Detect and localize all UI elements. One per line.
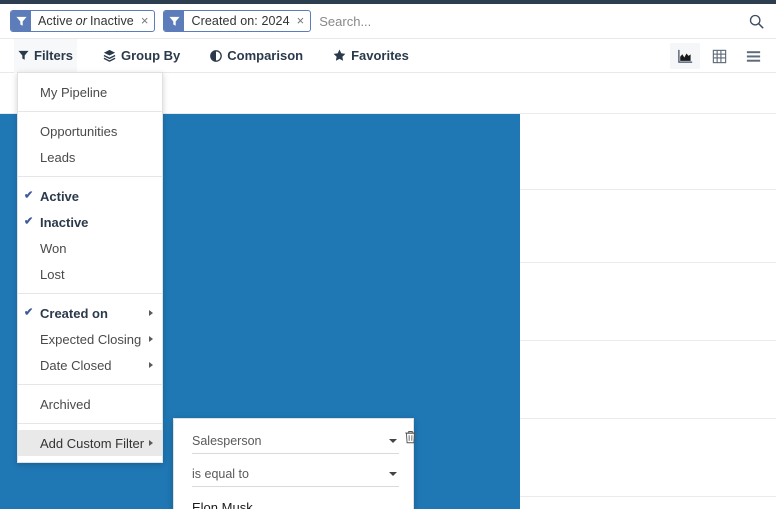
tab-favorites-label: Favorites	[351, 48, 409, 63]
filter-item-expected-closing[interactable]: Expected Closing	[18, 326, 162, 352]
filter-item-label: Won	[40, 240, 67, 256]
filter-item-label: Expected Closing	[40, 331, 142, 347]
filter-item-add-custom-filter[interactable]: Add Custom Filter	[18, 430, 162, 456]
tab-favorites[interactable]: Favorites	[329, 39, 413, 73]
graph-view-icon[interactable]	[670, 43, 700, 69]
filter-icon	[18, 50, 29, 61]
facet-text-prefix: Active	[38, 14, 73, 28]
custom-filter-field-value: Salesperson	[192, 434, 262, 448]
filter-icon	[11, 11, 31, 31]
filter-item-won[interactable]: Won	[18, 235, 162, 261]
custom-filter-operator-value: is equal to	[192, 467, 249, 481]
pivot-view-icon[interactable]	[704, 43, 734, 69]
chevron-right-icon	[149, 336, 153, 342]
facet-text-suffix: Inactive	[89, 14, 134, 28]
tab-group-by[interactable]: Group By	[99, 39, 184, 73]
tab-filters-label: Filters	[34, 48, 74, 63]
magnifier-icon[interactable]	[736, 14, 776, 29]
filter-item-label: Leads	[40, 149, 76, 165]
filter-item-leads[interactable]: Leads	[18, 144, 162, 170]
chevron-right-icon	[149, 310, 153, 316]
filter-item-created-on[interactable]: ✔ Created on	[18, 300, 162, 326]
search-facet-label: Active or Inactive	[31, 11, 139, 31]
tab-group-by-label: Group By	[121, 48, 181, 63]
checkmark-icon: ✔	[24, 189, 34, 202]
filter-item-label: Add Custom Filter	[40, 435, 145, 451]
checkmark-icon: ✔	[24, 306, 34, 319]
filter-item-label: Active	[40, 188, 80, 204]
filter-item-label: My Pipeline	[40, 84, 108, 100]
filter-item-label: Lost	[40, 266, 65, 282]
custom-filter-field-row[interactable]: Salesperson	[192, 429, 416, 454]
menu-divider	[18, 176, 162, 177]
filter-item-label: Created on	[40, 305, 108, 321]
filter-item-label: Inactive	[40, 214, 89, 230]
app-root: Active or Inactive × Created on: 2024 ×	[0, 0, 776, 509]
list-view-icon[interactable]	[738, 43, 768, 69]
custom-filter-operator-row[interactable]: is equal to	[192, 462, 399, 487]
search-facet-created-on[interactable]: Created on: 2024 ×	[163, 10, 312, 32]
control-panel-toolbar: Filters Group By Comparison Favorites	[0, 38, 776, 73]
filter-item-label: Date Closed	[40, 357, 112, 373]
filter-icon	[164, 11, 185, 31]
checkmark-icon: ✔	[24, 215, 34, 228]
chevron-right-icon	[149, 440, 153, 446]
facet-text-emphasis: or	[75, 14, 87, 28]
filter-item-lost[interactable]: Lost	[18, 261, 162, 287]
search-facet-label: Created on: 2024	[184, 11, 294, 31]
filter-item-opportunities[interactable]: Opportunities	[18, 118, 162, 144]
tab-filters[interactable]: Filters	[14, 38, 78, 73]
filter-item-my-pipeline[interactable]: My Pipeline	[18, 79, 162, 105]
tab-comparison[interactable]: Comparison	[206, 39, 307, 73]
facet-remove-button[interactable]: ×	[139, 11, 155, 31]
chevron-right-icon	[149, 362, 153, 368]
menu-divider	[18, 111, 162, 112]
search-panel: Active or Inactive × Created on: 2024 ×	[0, 4, 776, 39]
trash-icon[interactable]	[404, 430, 417, 449]
chevron-down-icon[interactable]	[389, 472, 397, 476]
filter-item-inactive[interactable]: ✔ Inactive	[18, 209, 162, 235]
search-facet-active-or-inactive[interactable]: Active or Inactive ×	[10, 10, 156, 32]
menu-divider	[18, 293, 162, 294]
star-icon	[333, 49, 346, 62]
menu-divider	[18, 384, 162, 385]
filter-item-date-closed[interactable]: Date Closed	[18, 352, 162, 378]
filter-item-archived[interactable]: Archived	[18, 391, 162, 417]
menu-bottom-padding	[18, 456, 162, 462]
filters-dropdown-menu: My Pipeline Opportunities Leads ✔ Active…	[17, 72, 163, 463]
custom-filter-value-input[interactable]: Elon Musk	[192, 500, 399, 509]
facet-remove-button[interactable]: ×	[295, 11, 311, 31]
contrast-circle-icon	[210, 49, 223, 62]
search-input[interactable]	[319, 10, 736, 32]
tab-comparison-label: Comparison	[227, 48, 304, 63]
filter-item-label: Opportunities	[40, 123, 118, 139]
menu-divider	[18, 423, 162, 424]
facet-text-prefix: Created on: 2024	[191, 14, 290, 28]
filter-item-label: Archived	[40, 396, 91, 412]
chevron-down-icon[interactable]	[389, 439, 397, 443]
view-switcher	[670, 39, 768, 73]
custom-filter-panel: Salesperson is equal to Elon Musk	[173, 418, 416, 509]
filter-item-active[interactable]: ✔ Active	[18, 183, 162, 209]
custom-filter-value-row[interactable]: Elon Musk	[192, 495, 399, 509]
layers-icon	[103, 49, 116, 62]
